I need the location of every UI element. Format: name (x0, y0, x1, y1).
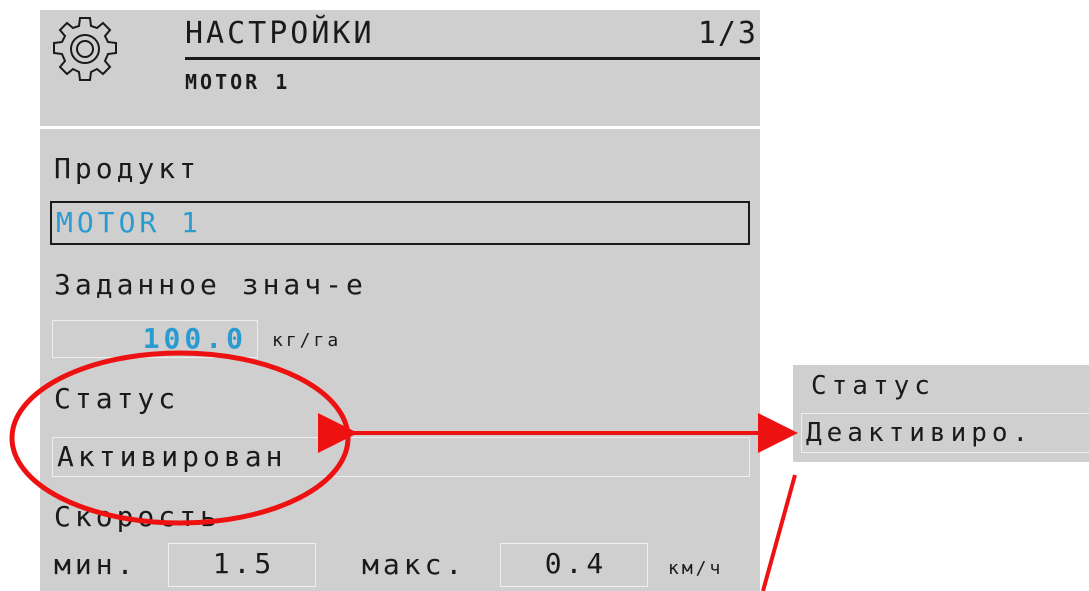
annotation-overlay (9, 350, 798, 591)
highlight-ellipse (9, 350, 351, 526)
pointer-line (761, 474, 797, 591)
